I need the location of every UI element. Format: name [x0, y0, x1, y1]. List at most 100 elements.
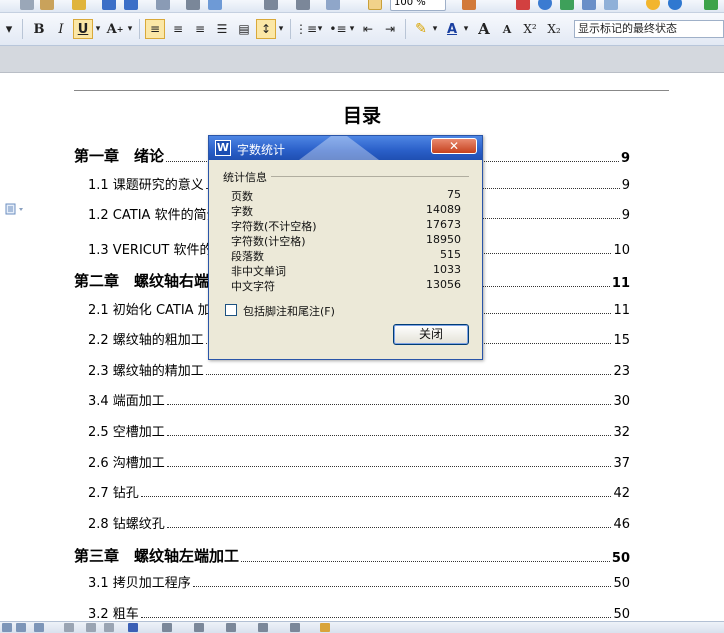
page-view-icon[interactable]	[2, 623, 12, 632]
back-icon[interactable]	[704, 0, 718, 10]
highlighter-icon[interactable]: ✎	[411, 19, 431, 39]
toc-section[interactable]: 2.3 螺纹轴的精加工 23	[88, 359, 630, 379]
align-left-button[interactable]: ≡	[145, 19, 165, 39]
underline-button[interactable]: U	[73, 19, 93, 39]
chart-icon[interactable]	[296, 0, 310, 10]
separator	[22, 19, 23, 39]
formula-icon[interactable]	[186, 0, 200, 10]
spell-check-icon[interactable]	[516, 0, 530, 10]
numbering-dropdown[interactable]: ▾	[316, 19, 324, 39]
dialog-title: 字数统计	[237, 143, 286, 157]
format-painter-icon[interactable]	[72, 0, 86, 10]
shapes-icon[interactable]	[64, 623, 74, 632]
markup-display-select[interactable]: 显示标记的最终状态	[574, 20, 724, 38]
toc-chapter[interactable]: 第三章 螺纹轴左端加工 50	[74, 546, 630, 566]
superscript-button[interactable]: X²	[519, 19, 541, 39]
help-icon[interactable]	[668, 0, 682, 10]
dash-style-icon[interactable]	[194, 623, 204, 632]
word-count-dialog: W 字数统计 ✕ 统计信息 页数 75 字数 14089 字符数(不计空格) 1767…	[208, 135, 483, 360]
3d-icon[interactable]	[290, 623, 300, 632]
stat-row-non-chinese-words: 非中文单词 1033	[231, 263, 461, 278]
toc-section[interactable]: 2.7 钻孔 42	[88, 481, 630, 501]
italic-button[interactable]: I	[52, 19, 70, 39]
shrink-font-button[interactable]: A	[497, 19, 517, 39]
shield-icon[interactable]	[560, 0, 574, 10]
columns-icon[interactable]	[264, 0, 278, 10]
toc-title: 目录	[342, 105, 381, 127]
font-color-dropdown[interactable]: ▾	[462, 19, 470, 39]
decrease-indent-button[interactable]: ⇤	[358, 19, 378, 39]
highlight-dropdown[interactable]: ▾	[126, 19, 134, 39]
add-icon[interactable]	[462, 0, 476, 10]
shadow-icon[interactable]	[258, 623, 268, 632]
web-view-icon[interactable]	[34, 623, 44, 632]
rotate-icon[interactable]	[104, 623, 114, 632]
group-divider	[271, 176, 469, 177]
clipart-icon[interactable]	[320, 623, 330, 632]
document-map-icon[interactable]	[368, 0, 382, 10]
dialog-title-bar[interactable]: W 字数统计 ✕	[209, 136, 482, 160]
undo-icon[interactable]	[102, 0, 116, 10]
highlight-text-button[interactable]: A +	[106, 19, 124, 39]
font-color-button[interactable]: A	[442, 19, 462, 39]
stat-row-paragraphs: 段落数 515	[231, 248, 461, 263]
highlighter-dropdown[interactable]: ▾	[431, 19, 439, 39]
title-decoration	[299, 136, 379, 160]
bullets-button[interactable]: •≡	[328, 19, 348, 39]
increase-indent-button[interactable]: ⇥	[380, 19, 400, 39]
outline-view-icon[interactable]	[16, 623, 26, 632]
include-footnotes-label[interactable]: 包括脚注和尾注(F)	[243, 303, 335, 319]
toc-section[interactable]: 2.5 空槽加工 32	[88, 420, 630, 440]
close-icon[interactable]: ✕	[431, 138, 477, 154]
share-icon[interactable]	[582, 0, 596, 10]
paste-icon[interactable]	[40, 0, 54, 10]
separator	[405, 19, 406, 39]
align-right-button[interactable]: ≡	[190, 19, 210, 39]
image-icon[interactable]	[208, 0, 222, 10]
text-color-icon[interactable]	[128, 623, 138, 632]
globe-icon[interactable]	[538, 0, 552, 10]
redo-icon[interactable]	[124, 0, 138, 10]
toc-section[interactable]: 3.1 拷贝加工程序 50	[88, 571, 630, 591]
select-arrow-icon[interactable]	[86, 623, 96, 632]
paragraph-marker-icon[interactable]	[5, 203, 27, 218]
grow-font-button[interactable]: A	[474, 19, 494, 39]
subscript-button[interactable]: X₂	[543, 19, 565, 39]
font-size-dropdown[interactable]: ▾	[0, 19, 18, 39]
ruler-area	[0, 46, 724, 73]
statistics-group: 统计信息 页数 75 字数 14089 字符数(不计空格) 17673 字符数(计空格…	[221, 169, 471, 294]
toc-section[interactable]: 3.2 粗车 50	[88, 602, 630, 622]
header-line	[74, 90, 669, 91]
underline-dropdown[interactable]: ▾	[94, 19, 102, 39]
formatting-toolbar: ▾ B I U ▾ A + ▾ ≡ ≡ ≡ ☰ ▤ ↕ ▾ ⋮≡ ▾ •≡ ▾ ⇤…	[0, 13, 724, 46]
toc-section[interactable]: 2.6 沟槽加工 37	[88, 451, 630, 471]
align-center-button[interactable]: ≡	[168, 19, 188, 39]
line-spacing-button[interactable]: ↕	[256, 19, 276, 39]
toc-section[interactable]: 3.4 端面加工 30	[88, 389, 630, 409]
stat-row-words: 字数 14089	[231, 203, 461, 218]
moon-icon[interactable]	[646, 0, 660, 10]
arrow-style-icon[interactable]	[226, 623, 236, 632]
line-spacing-dropdown[interactable]: ▾	[277, 19, 285, 39]
standard-toolbar: 100 %	[0, 0, 724, 13]
justify-button[interactable]: ☰	[212, 19, 232, 39]
line-style-icon[interactable]	[162, 623, 172, 632]
table-icon[interactable]	[156, 0, 170, 10]
stat-row-chars-with-spaces: 字符数(计空格) 18950	[231, 233, 461, 248]
distributed-button[interactable]: ▤	[234, 19, 254, 39]
stat-row-pages: 页数 75	[231, 188, 461, 203]
drawing-toolbar	[0, 621, 724, 633]
zoom-select[interactable]: 100 %	[390, 0, 446, 11]
include-footnotes-checkbox[interactable]	[225, 304, 237, 316]
bullets-dropdown[interactable]: ▾	[348, 19, 356, 39]
cut-icon[interactable]	[20, 0, 34, 10]
home-icon[interactable]	[604, 0, 618, 10]
separator	[290, 19, 291, 39]
group-label: 统计信息	[223, 169, 271, 185]
toc-section[interactable]: 2.8 钻螺纹孔 46	[88, 512, 630, 532]
bold-button[interactable]: B	[30, 19, 48, 39]
print-preview-icon[interactable]	[326, 0, 340, 10]
close-button[interactable]: 关闭	[393, 324, 469, 345]
numbering-button[interactable]: ⋮≡	[295, 19, 317, 39]
wps-writer-icon: W	[215, 140, 231, 156]
